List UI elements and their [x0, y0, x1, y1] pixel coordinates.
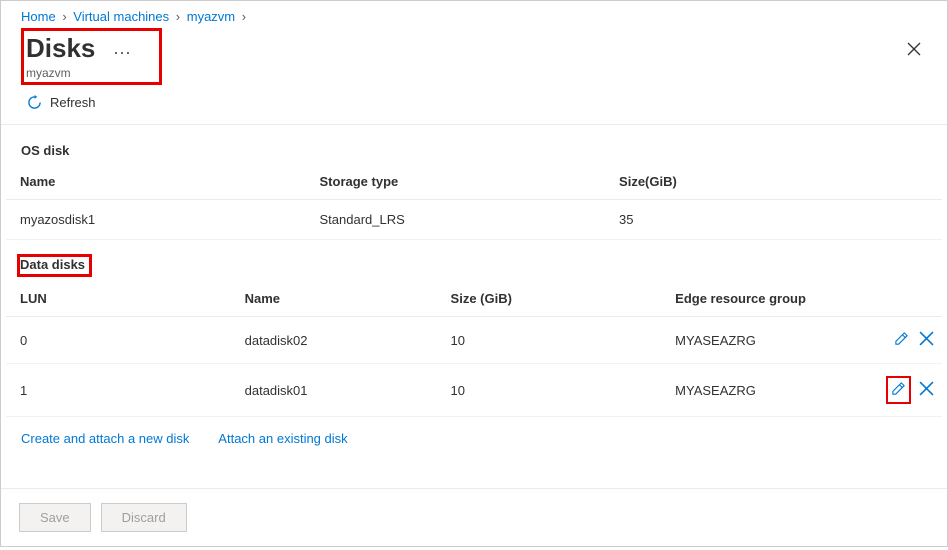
attach-existing-link[interactable]: Attach an existing disk: [218, 431, 347, 446]
close-icon: [919, 331, 934, 349]
cell-size: 10: [437, 364, 662, 417]
refresh-icon: [27, 95, 42, 110]
data-disks-section-label: Data disks: [20, 257, 85, 272]
cell-lun: 0: [6, 317, 231, 364]
save-button: Save: [19, 503, 91, 532]
close-button[interactable]: [903, 36, 925, 65]
breadcrumb-home[interactable]: Home: [21, 9, 56, 24]
chevron-right-icon: ›: [62, 9, 66, 24]
pencil-icon: [891, 381, 906, 399]
os-disk-table: Name Storage type Size(GiB) myazosdisk1 …: [6, 164, 942, 240]
data-disks-section-label-highlight: Data disks: [17, 254, 92, 277]
col-edge-resource-group: Edge resource group: [661, 281, 872, 317]
close-icon: [919, 381, 934, 399]
col-lun: LUN: [6, 281, 231, 317]
chevron-right-icon: ›: [176, 9, 180, 24]
delete-button[interactable]: [917, 379, 936, 401]
col-storage-type: Storage type: [306, 164, 606, 200]
toolbar: Refresh: [1, 85, 947, 125]
more-icon[interactable]: ⋯: [113, 43, 131, 63]
chevron-right-icon: ›: [242, 9, 246, 24]
edit-button[interactable]: [889, 379, 908, 401]
col-size: Size (GiB): [437, 281, 662, 317]
cell-name: myazosdisk1: [6, 200, 306, 240]
col-name: Name: [231, 281, 437, 317]
page-title-highlight: Disks ⋯ myazvm: [21, 28, 162, 85]
cell-name: datadisk01: [231, 364, 437, 417]
breadcrumb-virtual-machines[interactable]: Virtual machines: [73, 9, 169, 24]
edit-button[interactable]: [892, 329, 911, 351]
cell-erg: MYASEAZRG: [661, 317, 872, 364]
edit-button-highlight: [886, 376, 911, 404]
table-row[interactable]: 1 datadisk01 10 MYASEAZRG: [6, 364, 942, 417]
cell-storage-type: Standard_LRS: [306, 200, 606, 240]
page-subtitle: myazvm: [26, 66, 131, 80]
action-links: Create and attach a new disk Attach an e…: [1, 417, 947, 460]
data-disks-table: LUN Name Size (GiB) Edge resource group …: [6, 281, 942, 417]
cell-erg: MYASEAZRG: [661, 364, 872, 417]
cell-size: 35: [605, 200, 942, 240]
page-title: Disks: [26, 33, 95, 63]
col-name: Name: [6, 164, 306, 200]
close-icon: [907, 40, 921, 60]
refresh-button[interactable]: Refresh: [27, 91, 96, 114]
footer: Save Discard: [1, 488, 947, 546]
cell-lun: 1: [6, 364, 231, 417]
create-attach-link[interactable]: Create and attach a new disk: [21, 431, 189, 446]
cell-size: 10: [437, 317, 662, 364]
refresh-label: Refresh: [50, 95, 96, 110]
cell-name: datadisk02: [231, 317, 437, 364]
breadcrumb-vm[interactable]: myazvm: [187, 9, 235, 24]
breadcrumb: Home › Virtual machines › myazvm ›: [1, 1, 947, 26]
pencil-icon: [894, 331, 909, 349]
os-disk-section-label: OS disk: [1, 125, 947, 164]
table-row[interactable]: 0 datadisk02 10 MYASEAZRG: [6, 317, 942, 364]
delete-button[interactable]: [917, 329, 936, 351]
col-size: Size(GiB): [605, 164, 942, 200]
table-row[interactable]: myazosdisk1 Standard_LRS 35: [6, 200, 942, 240]
discard-button: Discard: [101, 503, 187, 532]
